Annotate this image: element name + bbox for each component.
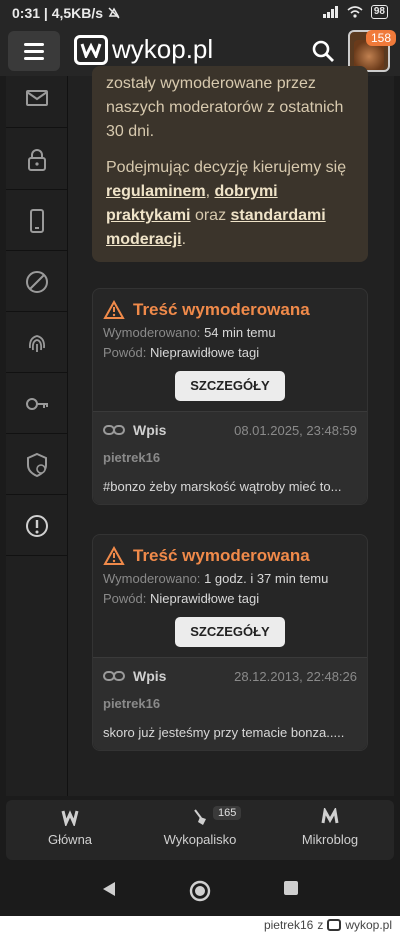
phone-icon <box>30 208 44 233</box>
alert-icon <box>26 514 48 537</box>
status-bar: 0:31 | 4,5KB/s 98 <box>0 0 400 26</box>
moderation-reason: Powód: Nieprawidłowe tagi <box>103 591 260 606</box>
card-title: Treść wymoderowana <box>133 546 310 565</box>
microblog-icon <box>321 808 339 824</box>
card-title: Treść wymoderowana <box>133 300 310 319</box>
nav-label: Główna <box>47 832 93 847</box>
sidebar-item-moderation[interactable] <box>6 435 68 495</box>
watermark-footer: pietrek16 z wykop.pl <box>0 916 400 936</box>
moderation-reason: Powód: Nieprawidłowe tagi <box>103 345 260 360</box>
entry-date: 08.01.2025, 23:48:59 <box>234 422 357 438</box>
moderation-card: Treść wymoderowana Wymoderowano: 1 godz.… <box>92 534 368 751</box>
moderated-entry[interactable]: Wpis 08.01.2025, 23:48:59 pietrek16 #bon… <box>93 411 367 504</box>
home-icon[interactable] <box>189 880 211 902</box>
sidebar-item-devices[interactable] <box>6 191 68 251</box>
digs-count-badge: 165 <box>213 806 242 820</box>
system-navigation-bar <box>0 862 400 916</box>
sidebar-item-passwords[interactable] <box>6 374 68 434</box>
logo-text: wykop.pl <box>112 34 214 64</box>
bottom-navigation: Główna Wykopalisko 165 Mikroblog <box>6 800 394 860</box>
entry-type: Wpis <box>133 422 167 438</box>
footer-site: wykop.pl <box>345 918 392 932</box>
sidebar-item-reports[interactable] <box>6 496 68 556</box>
entry-type: Wpis <box>133 668 167 684</box>
wifi-icon <box>347 6 363 18</box>
main-content: zostały wymoderowane przez naszych moder… <box>68 66 394 796</box>
sidebar-item-messages[interactable] <box>6 68 68 128</box>
rules-link[interactable]: regulaminem <box>106 183 206 200</box>
moderation-card: Treść wymoderowana Wymoderowano: 54 min … <box>92 288 368 505</box>
menu-icon <box>24 42 44 46</box>
entry-text: #bonzo żeby marskość wątroby mieć to... <box>103 479 342 494</box>
home-logo-icon <box>61 810 79 826</box>
nav-label: Mikroblog <box>301 832 359 847</box>
link-icon <box>103 671 125 681</box>
shield-user-icon <box>27 452 47 477</box>
footer-user: pietrek16 <box>263 918 314 932</box>
details-button[interactable]: SZCZEGÓŁY <box>175 371 285 401</box>
battery-indicator: 98 <box>370 5 388 19</box>
key-icon <box>26 397 48 410</box>
details-button[interactable]: SZCZEGÓŁY <box>175 617 285 647</box>
moderated-time: Wymoderowano: 1 godz. i 37 min temu <box>103 571 329 586</box>
mail-icon <box>26 89 48 106</box>
sidebar-item-blocked[interactable] <box>6 252 68 312</box>
wykop-logo-icon <box>327 919 342 931</box>
status-time: 0:31 | 4,5KB/s <box>12 5 104 21</box>
nav-microblog[interactable]: Mikroblog <box>270 808 390 847</box>
warning-icon <box>103 546 125 565</box>
back-icon[interactable] <box>100 880 118 898</box>
sidebar-item-privacy[interactable] <box>6 313 68 373</box>
entry-date: 28.12.2013, 22:48:26 <box>234 668 357 684</box>
lock-icon <box>28 148 46 171</box>
menu-button[interactable] <box>8 31 60 71</box>
warning-icon <box>103 300 125 319</box>
moderation-info-box: zostały wymoderowane przez naszych moder… <box>92 66 368 262</box>
signal-icon <box>322 6 338 18</box>
nav-digs[interactable]: Wykopalisko <box>140 808 260 847</box>
entry-text: skoro już jesteśmy przy temacie bonza...… <box>103 725 345 740</box>
entry-author: pietrek16 <box>103 696 161 711</box>
mute-icon <box>108 7 120 19</box>
link-icon <box>103 425 125 435</box>
moderated-entry[interactable]: Wpis 28.12.2013, 22:48:26 pietrek16 skor… <box>93 657 367 750</box>
info-text: zostały wymoderowane przez naszych moder… <box>106 75 344 140</box>
sidebar-item-security[interactable] <box>6 130 68 190</box>
shovel-icon <box>194 809 206 825</box>
logo-mark-icon <box>74 34 108 65</box>
settings-sidebar <box>6 76 68 796</box>
nav-label: Wykopalisko <box>163 832 237 847</box>
info-policy-text: Podejmując decyzję kierujemy się regulam… <box>106 159 347 248</box>
app-screen: 0:31 | 4,5KB/s 98 wykop.pl 158 zostały w… <box>0 0 400 916</box>
entry-author: pietrek16 <box>103 450 161 465</box>
nav-home[interactable]: Główna <box>10 808 130 847</box>
fingerprint-icon <box>28 334 46 352</box>
site-logo[interactable]: wykop.pl <box>74 34 213 65</box>
block-icon <box>26 270 48 293</box>
search-icon[interactable] <box>310 38 336 64</box>
recents-icon[interactable] <box>283 880 299 896</box>
notification-badge: 158 <box>366 30 397 46</box>
moderated-time: Wymoderowano: 54 min temu <box>103 325 276 340</box>
